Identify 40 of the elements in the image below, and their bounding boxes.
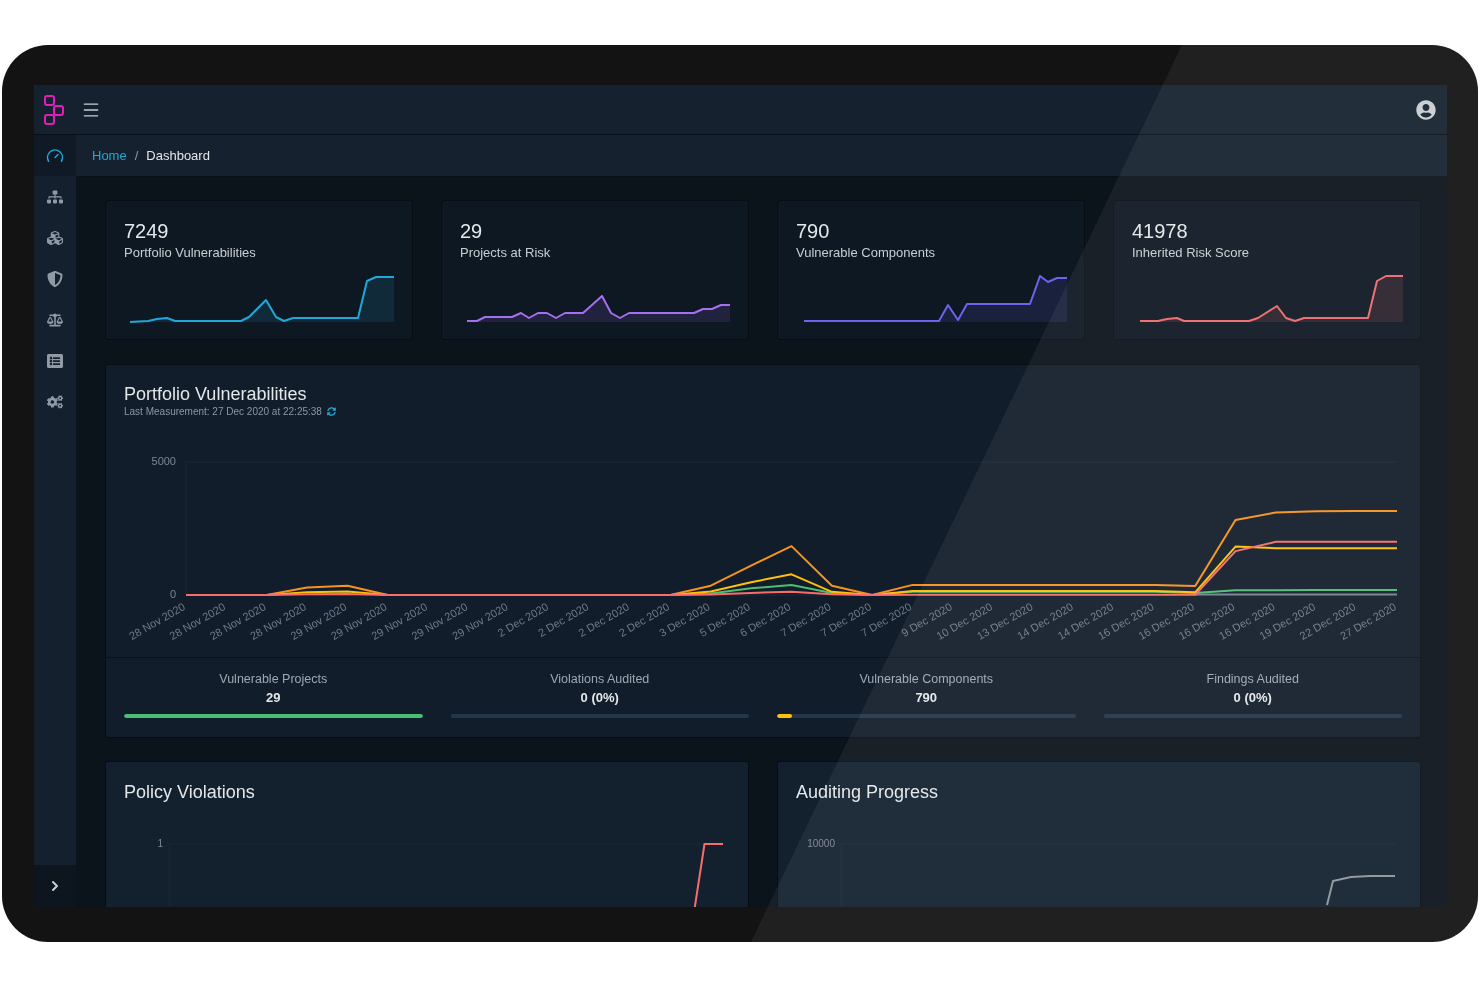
trend-line (1326, 875, 1396, 906)
cubes-icon (47, 229, 63, 246)
panel-title: Portfolio Vulnerabilities (124, 383, 307, 405)
sitemap-icon (47, 188, 63, 205)
stat-value: 29 (266, 690, 281, 706)
stat-value: 790 (915, 690, 938, 706)
breadcrumb-current: Dashboard (146, 146, 210, 165)
y-axis-label: 5000 (151, 454, 176, 467)
stat-value: 0 (0%) (580, 690, 619, 706)
stat-value: 0 (0%) (1233, 690, 1272, 706)
stat-label: Findings Audited (1206, 671, 1299, 687)
metric-value: 29 (460, 219, 483, 243)
list-icon (47, 352, 63, 369)
metric-value: 790 (796, 219, 830, 243)
metric-label: Vulnerable Components (796, 245, 935, 261)
stat-label: Vulnerable Projects (219, 671, 328, 687)
y-axis-label: 0 (169, 587, 176, 600)
shield-icon (47, 270, 63, 287)
stat-label: Violations Audited (550, 671, 650, 687)
breadcrumb-link[interactable]: Home (92, 145, 127, 166)
breadcrumb-separator: / (133, 146, 140, 165)
sidebar-toggle-button[interactable] (34, 865, 76, 907)
gauge-icon (46, 146, 64, 165)
user-avatar-icon[interactable] (1416, 99, 1436, 120)
refresh-icon[interactable] (326, 407, 336, 416)
metric-label: Inherited Risk Score (1132, 245, 1250, 261)
panel-subtitle: Last Measurement: 27 Dec 2020 at 22:25:38 (124, 405, 322, 418)
metric-label: Projects at Risk (460, 245, 551, 261)
y-axis-label: 1 (157, 837, 163, 849)
logo-icon[interactable] (44, 94, 64, 125)
metric-label: Portfolio Vulnerabilities (124, 245, 256, 261)
metric-value: 41978 (1132, 219, 1188, 243)
balance-scale-icon (47, 311, 63, 328)
panel-title: Policy Violations (124, 781, 255, 803)
sidebar-item[interactable] (34, 135, 76, 176)
stat-label: Vulnerable Components (859, 671, 994, 687)
panel-title: Auditing Progress (796, 781, 939, 803)
metric-value: 7249 (124, 219, 169, 243)
gears-icon (47, 393, 63, 410)
y-axis-label: 10000 (807, 837, 835, 849)
